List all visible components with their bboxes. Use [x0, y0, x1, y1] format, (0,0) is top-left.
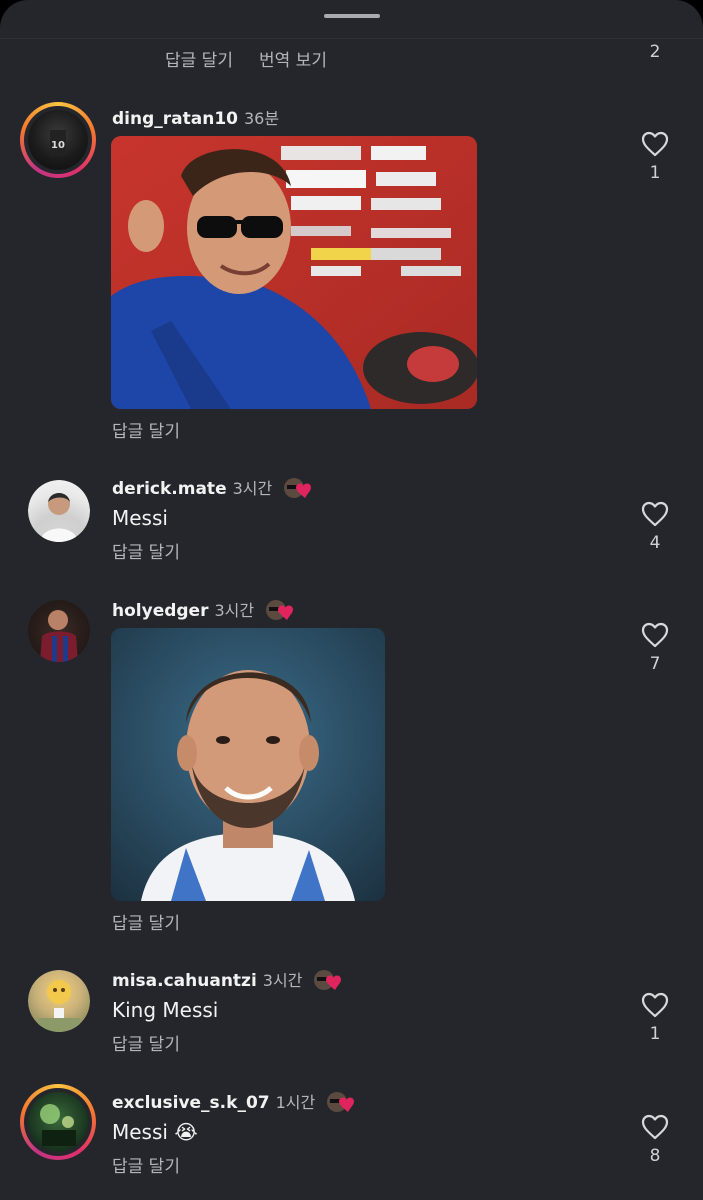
- comments-sheet: 답글 달기 번역 보기 2 10 ding_ratan10 36분 답글 달기 …: [0, 0, 703, 1200]
- username[interactable]: holyedger: [112, 601, 208, 621]
- heart-outline-icon: [641, 1114, 669, 1140]
- like-button[interactable]: 1: [630, 992, 680, 1044]
- avatar[interactable]: [20, 1084, 96, 1160]
- username[interactable]: exclusive_s.k_07: [112, 1093, 270, 1113]
- like-count: 2: [649, 42, 661, 62]
- comment-header: misa.cahuantzi 3시간: [112, 967, 345, 992]
- svg-text:10: 10: [51, 140, 65, 151]
- reply-button[interactable]: 답글 달기: [165, 46, 233, 71]
- comment-text: Messi 😭: [112, 1120, 198, 1144]
- comment-gif[interactable]: [111, 136, 477, 409]
- reply-button[interactable]: 답글 달기: [112, 1030, 180, 1055]
- like-count: 4: [649, 533, 661, 553]
- avatar[interactable]: [28, 600, 90, 662]
- timestamp: 36분: [243, 109, 280, 128]
- heart-outline-icon: [641, 992, 669, 1018]
- reply-button[interactable]: 답글 달기: [112, 538, 180, 563]
- timestamp: 1시간: [275, 1093, 316, 1112]
- like-button[interactable]: 8: [630, 1114, 680, 1166]
- like-button[interactable]: 4: [630, 501, 680, 553]
- comment-header: holyedger 3시간: [112, 597, 297, 622]
- username[interactable]: derick.mate: [112, 479, 227, 499]
- avatar[interactable]: [28, 970, 90, 1032]
- heart-outline-icon: [641, 622, 669, 648]
- reply-button[interactable]: 답글 달기: [112, 1152, 180, 1177]
- heart-outline-icon: [641, 501, 669, 527]
- like-count: 7: [649, 654, 661, 674]
- drag-handle[interactable]: [324, 14, 380, 18]
- creator-liked-badge-icon: [326, 1090, 358, 1114]
- creator-liked-badge-icon: [313, 968, 345, 992]
- avatar[interactable]: [28, 480, 90, 542]
- timestamp: 3시간: [262, 971, 303, 990]
- timestamp: 3시간: [232, 479, 273, 498]
- like-count: 8: [649, 1146, 661, 1166]
- like-count: 1: [649, 163, 661, 183]
- avatar[interactable]: 10: [20, 102, 96, 178]
- like-button[interactable]: 1: [630, 131, 680, 183]
- like-button[interactable]: 7: [630, 622, 680, 674]
- reply-button[interactable]: 답글 달기: [112, 417, 180, 442]
- comment-header: exclusive_s.k_07 1시간: [112, 1089, 358, 1114]
- creator-liked-badge-icon: [265, 598, 297, 622]
- username[interactable]: ding_ratan10: [112, 109, 238, 129]
- comment-gif[interactable]: [111, 628, 385, 901]
- divider: [0, 38, 703, 39]
- username[interactable]: misa.cahuantzi: [112, 971, 257, 991]
- comment-text: Messi: [112, 506, 168, 530]
- like-count: 1: [649, 1024, 661, 1044]
- translate-button[interactable]: 번역 보기: [259, 46, 327, 71]
- comment-text: King Messi: [112, 998, 219, 1022]
- timestamp: 3시간: [214, 601, 255, 620]
- heart-outline-icon: [641, 131, 669, 157]
- creator-liked-badge-icon: [283, 476, 315, 500]
- reply-button[interactable]: 답글 달기: [112, 909, 180, 934]
- comment-header: ding_ratan10 36분: [112, 105, 279, 129]
- comment-header: derick.mate 3시간: [112, 475, 315, 500]
